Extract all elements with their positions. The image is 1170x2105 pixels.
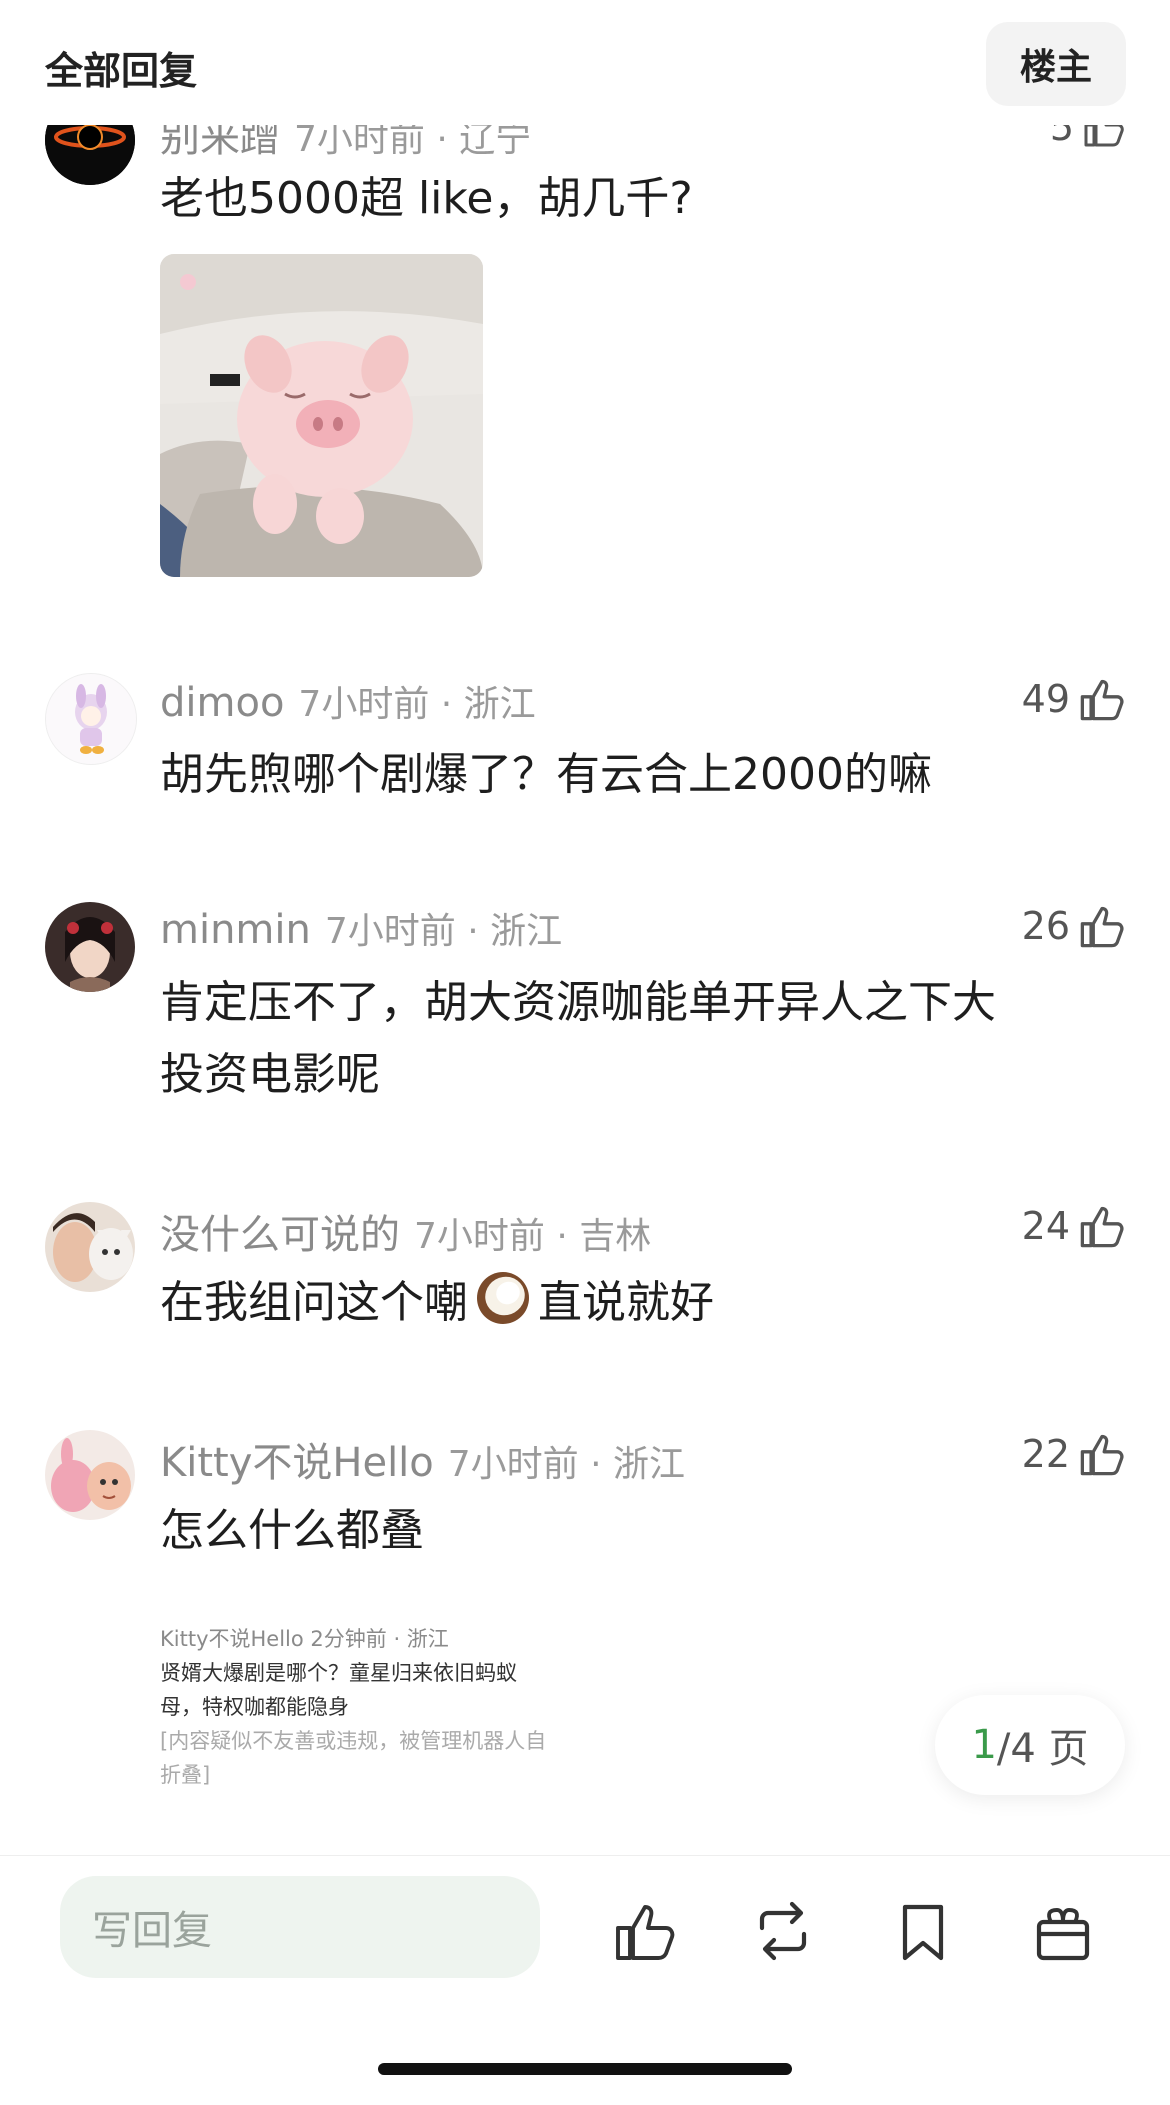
timestamp: 7小时前 · 吉林 <box>414 1216 652 1257</box>
timestamp: 7小时前 · 浙江 <box>298 684 536 725</box>
like-button[interactable]: 26 <box>1022 902 1126 950</box>
quote-username: Kitty不说Hello <box>160 1627 304 1651</box>
thumbs-up-icon <box>1080 906 1124 948</box>
comment-text: 老也5000超 like，胡几千? <box>160 173 693 224</box>
like-button[interactable]: 22 <box>1022 1430 1126 1478</box>
comment-text: 胡先煦哪个剧爆了？有云合上2000的嘛 <box>160 749 932 800</box>
avatar[interactable] <box>45 1430 135 1520</box>
quote-line2: 母，特权咖都能隐身 <box>160 1695 349 1719</box>
like-thumbs-up-icon[interactable] <box>612 1898 678 1964</box>
comment-text-line1: 肯定压不了，胡大资源咖能单开异人之下大 <box>160 977 996 1028</box>
comment-text-line2: 投资电影呢 <box>160 1049 380 1100</box>
quote-line4: 折叠] <box>160 1763 211 1787</box>
like-count: 22 <box>1021 1432 1070 1476</box>
timestamp: 7小时前 · 浙江 <box>324 911 563 952</box>
comment-meta: minmin 7小时前 · 浙江 <box>160 902 562 954</box>
quoted-screenshot[interactable]: Kitty不说Hello 2分钟前 · 浙江 贤婿大爆剧是哪个？童星归来依旧蚂蚁… <box>160 1622 590 1802</box>
like-count: 49 <box>1021 677 1070 721</box>
comment-text-before: 在我组问这个嘲 <box>160 1277 468 1328</box>
comment-text-after: 直说就好 <box>538 1277 714 1328</box>
gift-icon[interactable] <box>1030 1898 1096 1964</box>
total-pages: /4 页 <box>996 1726 1089 1772</box>
kitty-avatar-image <box>45 1430 135 1520</box>
pig-photo[interactable] <box>160 254 483 577</box>
dimoo-avatar-image <box>46 674 136 764</box>
timestamp: 7小时前 · 辽宁 <box>294 119 532 160</box>
owner-only-button[interactable]: 楼主 <box>986 22 1126 106</box>
minmin-avatar-image <box>45 902 135 992</box>
header: 全部回复 楼主 <box>0 0 1170 125</box>
pig-image <box>160 254 483 577</box>
coconut-emoji-icon <box>477 1272 529 1324</box>
comment-text: 怎么什么都叠 <box>160 1505 424 1556</box>
username[interactable]: dimoo <box>160 680 284 726</box>
bookmark-icon[interactable] <box>890 1898 956 1964</box>
comment-meta: dimoo 7小时前 · 浙江 <box>160 675 536 727</box>
comment-meta: 没什么可说的 7小时前 · 吉林 <box>160 1202 651 1260</box>
current-page: 1 <box>971 1722 997 1768</box>
quote-line3: [内容疑似不友善或违规，被管理机器人自 <box>160 1729 547 1753</box>
thumbs-up-icon <box>1080 679 1124 721</box>
reply-input[interactable]: 写回复 <box>60 1876 540 1978</box>
timestamp: 7小时前 · 浙江 <box>447 1444 686 1485</box>
username[interactable]: 没什么可说的 <box>160 1212 400 1258</box>
username[interactable]: Kitty不说Hello <box>160 1440 434 1486</box>
like-count: 24 <box>1021 1204 1070 1248</box>
thumbs-up-icon <box>1080 1434 1124 1476</box>
quote-line1: 贤婿大爆剧是哪个？童星归来依旧蚂蚁 <box>160 1661 517 1685</box>
quote-meta: Kitty不说Hello 2分钟前 · 浙江 <box>160 1622 590 1656</box>
face-cat-avatar-image <box>45 1202 135 1292</box>
avatar[interactable] <box>45 1202 135 1292</box>
avatar[interactable] <box>45 673 137 765</box>
repost-icon[interactable] <box>750 1898 816 1964</box>
home-indicator[interactable] <box>378 2063 792 2075</box>
like-button[interactable]: 49 <box>1022 675 1126 723</box>
like-button[interactable]: 24 <box>1022 1202 1126 1250</box>
thumbs-up-icon <box>1080 1206 1124 1248</box>
page-indicator[interactable]: 1/4 页 <box>935 1695 1125 1795</box>
comment-text: 在我组问这个嘲 直说就好 <box>160 1268 714 1338</box>
comment-meta: Kitty不说Hello 7小时前 · 浙江 <box>160 1430 685 1488</box>
like-count: 26 <box>1021 904 1070 948</box>
page-title: 全部回复 <box>45 49 198 93</box>
quote-time: 2分钟前 · 浙江 <box>310 1627 449 1651</box>
avatar[interactable] <box>45 902 135 992</box>
username[interactable]: minmin <box>160 907 311 953</box>
